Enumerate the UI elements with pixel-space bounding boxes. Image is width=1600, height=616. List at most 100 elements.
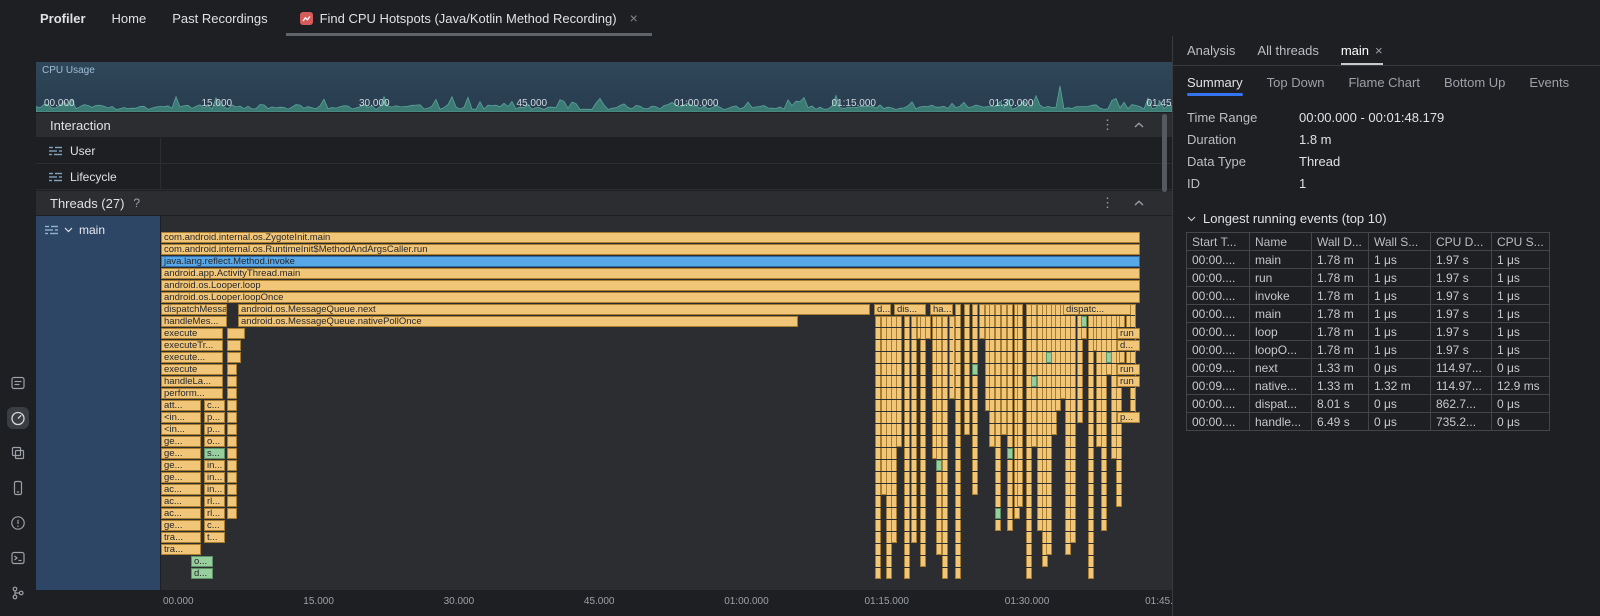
flame-frame-o[interactable]: o... <box>191 556 213 567</box>
flame-frame-dispatchmessa[interactable]: dispatchMessa... <box>161 304 227 315</box>
subtab-events[interactable]: Events <box>1529 66 1569 98</box>
flame-frame-run[interactable]: run <box>1117 328 1140 339</box>
flame-frame-p[interactable]: p... <box>204 412 225 423</box>
more-options-icon[interactable]: ⋮ <box>1101 117 1114 133</box>
flame-frame-executetr[interactable]: executeTr... <box>161 340 223 351</box>
flame-frame-rl[interactable]: rl... <box>204 508 225 519</box>
flame-frame[interactable] <box>227 436 237 447</box>
flame-frame-android-os-messagequeue-nativepollonce[interactable]: android.os.MessageQueue.nativePollOnce <box>238 316 798 327</box>
help-icon[interactable]: ? <box>133 196 140 210</box>
flame-frame-s[interactable]: s... <box>204 448 225 459</box>
flame-frame[interactable] <box>227 472 237 483</box>
events-row[interactable]: 00:00....run1.78 m1 μs1.97 s1 μs <box>1187 269 1550 287</box>
track-row-lifecycle[interactable]: Lifecycle <box>36 164 1172 190</box>
flame-frame-o[interactable]: o... <box>204 436 225 447</box>
flame-frame-perform[interactable]: perform... <box>161 388 223 399</box>
events-col-cpu-s[interactable]: CPU S... <box>1492 233 1550 251</box>
flame-frame-run[interactable]: run <box>1117 364 1140 375</box>
flame-frame-p[interactable]: p... <box>1117 412 1140 423</box>
flame-frame[interactable] <box>1081 316 1087 327</box>
flame-frame[interactable] <box>227 364 237 375</box>
flame-frame[interactable] <box>1007 448 1013 459</box>
flame-frame[interactable] <box>896 316 902 447</box>
flame-frame-com-android-internal-os-zygoteinit-main[interactable]: com.android.internal.os.ZygoteInit.main <box>161 232 1140 243</box>
flame-frame-c[interactable]: c... <box>204 400 225 411</box>
subtab-bottom-up[interactable]: Bottom Up <box>1444 66 1505 98</box>
flame-frame[interactable] <box>227 412 237 423</box>
close-icon[interactable]: × <box>1375 43 1383 58</box>
flame-frame[interactable] <box>227 376 237 387</box>
flame-frame[interactable] <box>964 304 970 435</box>
flame-frame-p[interactable]: p... <box>204 424 225 435</box>
flame-frame[interactable] <box>227 424 237 435</box>
events-row[interactable]: 00:09....next1.33 m0 μs114.97...0 μs <box>1187 359 1550 377</box>
more-options-icon[interactable]: ⋮ <box>1101 195 1114 211</box>
flame-frame-android-app-activitythread-main[interactable]: android.app.ActivityThread.main <box>161 268 1140 279</box>
flame-frame-rl[interactable]: rl... <box>204 496 225 507</box>
events-row[interactable]: 00:00....handle...6.49 s0 μs735.2...0 μs <box>1187 413 1550 431</box>
flame-frame[interactable] <box>227 484 237 495</box>
vertical-scrollbar[interactable] <box>1162 114 1167 192</box>
tab-all-threads[interactable]: All threads <box>1257 36 1318 65</box>
flame-frame[interactable] <box>1017 304 1023 507</box>
flame-frame-in[interactable]: in... <box>204 472 225 483</box>
events-row[interactable]: 00:09....native...1.33 m1.32 m114.97...1… <box>1187 377 1550 395</box>
events-row[interactable]: 00:00....main1.78 m1 μs1.97 s1 μs <box>1187 251 1550 269</box>
flame-frame[interactable] <box>920 316 926 567</box>
events-col-wall-d[interactable]: Wall D... <box>1312 233 1369 251</box>
version-control-icon[interactable] <box>7 582 29 604</box>
flame-frame[interactable] <box>955 304 961 579</box>
collapse-section-icon[interactable] <box>1134 200 1144 206</box>
tab-home[interactable]: Home <box>112 11 147 26</box>
chevron-down-icon[interactable] <box>64 227 73 233</box>
tab-main[interactable]: main × <box>1341 36 1383 65</box>
profiler-icon[interactable] <box>7 407 29 429</box>
flame-frame-handlemes[interactable]: handleMes... <box>161 316 227 327</box>
flame-frame[interactable] <box>227 496 237 507</box>
events-row[interactable]: 00:00....invoke1.78 m1 μs1.97 s1 μs <box>1187 287 1550 305</box>
app-inspection-icon[interactable] <box>7 442 29 464</box>
flame-frame[interactable] <box>227 328 245 339</box>
flame-frame-t[interactable]: t... <box>204 532 225 543</box>
flame-frame-c[interactable]: c... <box>204 520 225 531</box>
flame-frame-run[interactable]: run <box>1117 376 1140 387</box>
flame-frame-execute[interactable]: execute <box>161 364 223 375</box>
flame-frame-execute[interactable]: execute <box>161 328 223 339</box>
flame-frame-att[interactable]: att... <box>161 400 201 411</box>
events-row[interactable]: 00:00....loop1.78 m1 μs1.97 s1 μs <box>1187 323 1550 341</box>
logcat-icon[interactable] <box>7 372 29 394</box>
flame-frame-ge[interactable]: ge... <box>161 448 201 459</box>
flame-frame[interactable] <box>227 508 237 519</box>
flame-frame-execute[interactable]: execute... <box>161 352 223 363</box>
flame-frame-java-lang-reflect-method-invoke[interactable]: java.lang.reflect.Method.invoke <box>161 256 1140 267</box>
tab-analysis[interactable]: Analysis <box>1187 36 1235 65</box>
thread-row-main[interactable]: main <box>36 216 161 590</box>
flame-frame-android-os-looper-loop[interactable]: android.os.Looper.loop <box>161 280 1140 291</box>
tab-find-cpu-hotspots[interactable]: Find CPU Hotspots (Java/Kotlin Method Re… <box>286 0 652 36</box>
flame-frame[interactable] <box>227 388 237 399</box>
longest-events-header[interactable]: Longest running events (top 10) <box>1187 211 1586 226</box>
flame-frame-dispatc[interactable]: dispatc... <box>1063 304 1131 315</box>
flame-frame-d[interactable]: d... <box>191 568 213 579</box>
flame-frame[interactable] <box>995 508 1001 519</box>
flame-frame-dis[interactable]: dis... <box>894 304 926 315</box>
flame-frame-android-os-messagequeue-next[interactable]: android.os.MessageQueue.next <box>238 304 870 315</box>
flame-frame-ac[interactable]: ac... <box>161 496 201 507</box>
flame-frame[interactable] <box>227 448 237 459</box>
collapse-section-icon[interactable] <box>1134 122 1144 128</box>
flame-frame-ge[interactable]: ge... <box>161 472 201 483</box>
flame-frame-d[interactable]: d... <box>1117 340 1140 351</box>
flame-frame-ge[interactable]: ge... <box>161 460 201 471</box>
events-col-cpu-d[interactable]: CPU D... <box>1431 233 1492 251</box>
flame-frame-android-os-looper-looponce[interactable]: android.os.Looper.loopOnce <box>161 292 1140 303</box>
events-col-wall-s[interactable]: Wall S... <box>1369 233 1431 251</box>
flame-frame-com-android-internal-os-runtimeinit-methodandargscaller-run[interactable]: com.android.internal.os.RuntimeInit$Meth… <box>161 244 1140 255</box>
flame-frame[interactable] <box>227 340 241 351</box>
flame-frame[interactable] <box>227 460 237 471</box>
tab-past-recordings[interactable]: Past Recordings <box>172 11 267 26</box>
flame-frame-ge[interactable]: ge... <box>161 520 201 531</box>
flame-frame-ge[interactable]: ge... <box>161 436 201 447</box>
events-row[interactable]: 00:00....loopO...1.78 m1 μs1.97 s1 μs <box>1187 341 1550 359</box>
events-col-start-t[interactable]: Start T... <box>1187 233 1250 251</box>
flame-frame-d[interactable]: d... <box>874 304 891 315</box>
